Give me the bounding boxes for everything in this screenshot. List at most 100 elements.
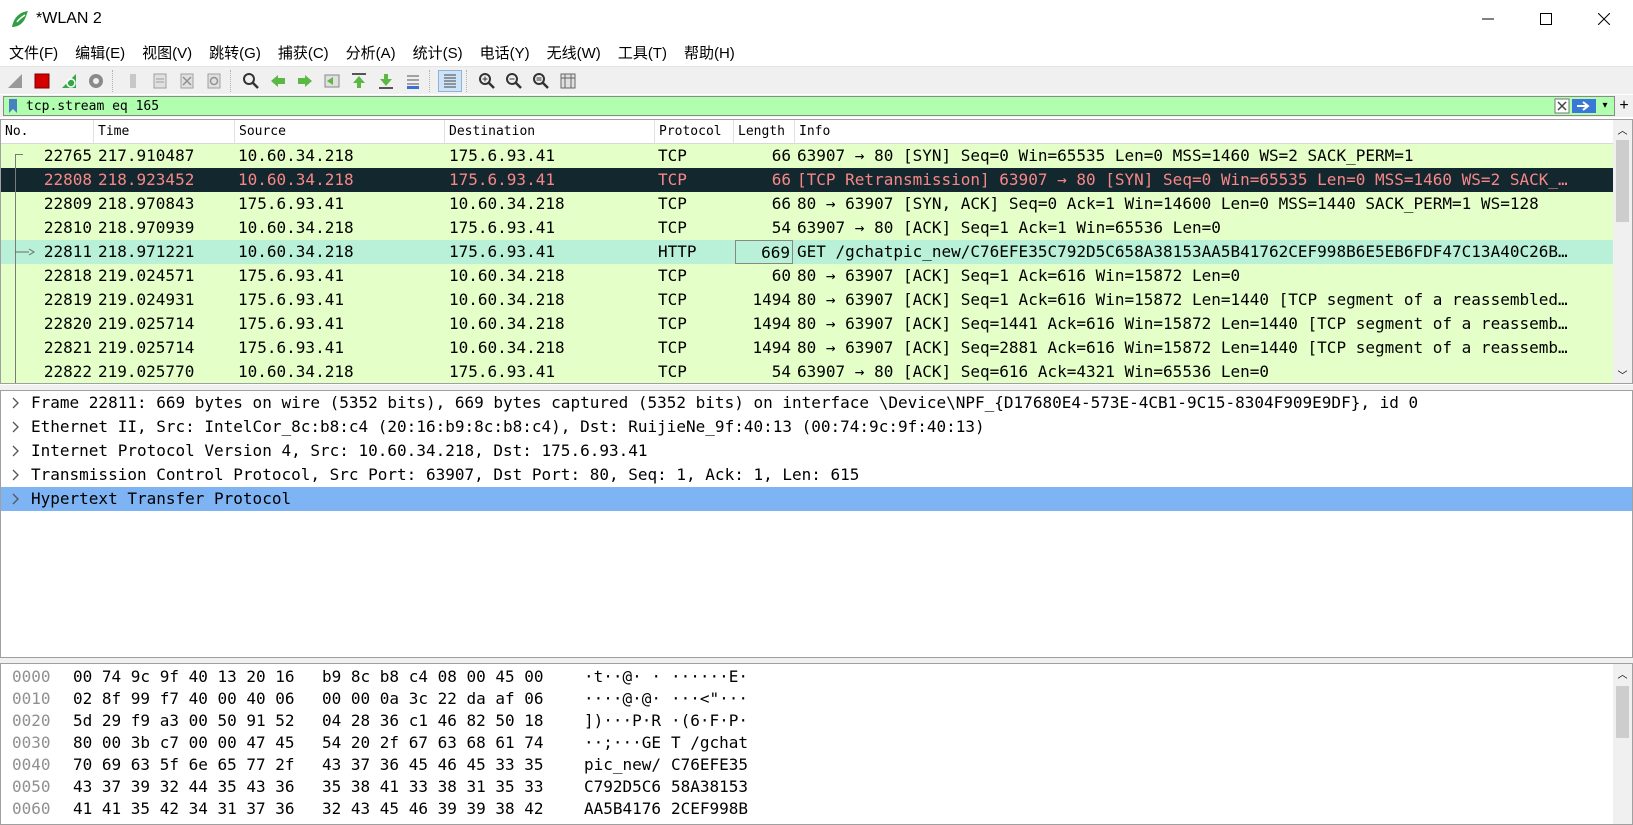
go-first-icon[interactable] [347, 70, 371, 92]
menu-analyze[interactable]: 分析(A) [337, 42, 404, 63]
resize-columns-icon[interactable] [556, 70, 580, 92]
packet-row[interactable]: 22809 218.970843 175.6.93.41 10.60.34.218 TC… [1, 192, 1613, 216]
clear-filter-icon[interactable] [1554, 98, 1570, 114]
bytes-row[interactable]: 0010 02 8f 99 f7 40 00 40 06 00 00 0a 3c 2… [1, 688, 1613, 710]
packet-cell-src: 175.6.93.41 [238, 194, 344, 213]
filter-text[interactable]: tcp.stream eq 165 [26, 99, 1554, 114]
menu-wireless[interactable]: 无线(W) [538, 42, 609, 63]
column-source[interactable]: Source [235, 120, 445, 144]
shark-fin-start-icon[interactable] [3, 70, 27, 92]
maximize-button[interactable] [1517, 0, 1575, 38]
menu-statistics[interactable]: 统计(S) [404, 42, 471, 63]
bytes-row[interactable]: 0030 80 00 3b c7 00 00 47 45 54 20 2f 67 6… [1, 732, 1613, 754]
expand-chevron-icon[interactable] [10, 391, 22, 415]
details-tree-item[interactable]: Frame 22811: 669 bytes on wire (5352 bit… [1, 391, 1632, 415]
bytes-row[interactable]: 0020 5d 29 f9 a3 00 50 91 52 04 28 36 c1 4… [1, 710, 1613, 732]
zoom-out-icon[interactable] [502, 70, 526, 92]
byte-offset: 0060 [12, 799, 51, 818]
bytes-row[interactable]: 0050 43 37 39 32 44 35 43 36 35 38 41 33 3… [1, 776, 1613, 798]
packet-row[interactable]: 22819 219.024931 175.6.93.41 10.60.34.218 TC… [1, 288, 1613, 312]
column-protocol[interactable]: Protocol [655, 120, 734, 144]
zoom-in-icon[interactable] [475, 70, 499, 92]
menu-view[interactable]: 视图(V) [133, 42, 200, 63]
zoom-normal-icon[interactable] [529, 70, 553, 92]
expand-chevron-icon[interactable] [10, 415, 22, 439]
details-item-label: Hypertext Transfer Protocol [31, 489, 292, 508]
packet-cell-no: 22821 [43, 338, 92, 357]
packet-row[interactable]: 22765 217.910487 10.60.34.218 175.6.93.41 TC… [1, 144, 1613, 168]
go-back-icon[interactable] [266, 70, 290, 92]
details-tree-item[interactable]: Internet Protocol Version 4, Src: 10.60.… [1, 439, 1632, 463]
bytes-row[interactable]: 0060 41 41 35 42 34 31 37 36 32 43 45 46 3… [1, 798, 1613, 820]
packet-cell-info: 63907 → 80 [ACK] Seq=1 Ack=1 Win=65536 L… [797, 218, 1221, 237]
go-last-icon[interactable] [374, 70, 398, 92]
colorize-icon[interactable] [438, 69, 462, 92]
packet-cell-src: 175.6.93.41 [238, 314, 344, 333]
menu-capture[interactable]: 捕获(C) [269, 42, 337, 63]
find-packet-icon[interactable] [239, 70, 263, 92]
menu-file[interactable]: 文件(F) [0, 42, 66, 63]
details-tree-item[interactable]: Transmission Control Protocol, Src Port:… [1, 463, 1632, 487]
go-to-packet-icon[interactable] [320, 70, 344, 92]
column-no[interactable]: No. [1, 120, 94, 144]
scroll-thumb[interactable] [1616, 140, 1629, 222]
packet-cell-no: 22820 [43, 314, 92, 333]
column-length[interactable]: Length [734, 120, 795, 144]
autoscroll-icon[interactable] [401, 70, 425, 92]
byte-offset: 0020 [12, 711, 51, 730]
main-toolbar [0, 66, 1633, 94]
maximize-icon [1540, 13, 1552, 25]
packet-cell-src: 10.60.34.218 [238, 218, 354, 237]
expand-chevron-icon[interactable] [10, 463, 22, 487]
hex-bytes-left: 43 37 39 32 44 35 43 36 [73, 777, 295, 796]
filter-history-dropdown-icon[interactable]: ▾ [1598, 98, 1612, 114]
close-file-icon[interactable] [175, 70, 199, 92]
scroll-down-icon[interactable]: ﹀ [1613, 365, 1632, 383]
bytes-row[interactable]: 0040 70 69 63 5f 6e 65 77 2f 43 37 36 45 4… [1, 754, 1613, 776]
add-filter-button-icon[interactable]: + [1617, 95, 1631, 117]
packet-cell-dst: 175.6.93.41 [449, 146, 555, 165]
hex-bytes-right: 35 38 41 33 38 31 35 33 [322, 777, 544, 796]
packet-row[interactable]: 22811 218.971221 10.60.34.218 175.6.93.41 HT… [1, 240, 1613, 264]
menu-telephony[interactable]: 电话(Y) [471, 42, 538, 63]
packet-row[interactable]: 22820 219.025714 175.6.93.41 10.60.34.218 TC… [1, 312, 1613, 336]
packet-row[interactable]: 22818 219.024571 175.6.93.41 10.60.34.218 TC… [1, 264, 1613, 288]
packet-row[interactable]: 22808 218.923452 10.60.34.218 175.6.93.41 TC… [1, 168, 1613, 192]
menu-edit[interactable]: 编辑(E) [66, 42, 133, 63]
scroll-thumb[interactable] [1616, 686, 1629, 738]
packet-cell-no: 22765 [43, 146, 92, 165]
packet-cell-dst: 175.6.93.41 [449, 242, 555, 261]
scroll-up-icon[interactable]: ︿ [1613, 664, 1632, 682]
reload-file-icon[interactable] [202, 70, 226, 92]
minimize-button[interactable] [1459, 0, 1517, 38]
bookmark-icon[interactable] [6, 98, 20, 114]
save-file-icon[interactable] [148, 70, 172, 92]
packet-cell-len: 1494 [752, 314, 791, 333]
packet-row[interactable]: 22810 218.970939 10.60.34.218 175.6.93.41 TC… [1, 216, 1613, 240]
expand-chevron-icon[interactable] [10, 487, 22, 511]
capture-options-icon[interactable] [84, 70, 108, 92]
expand-chevron-icon[interactable] [10, 439, 22, 463]
close-button[interactable] [1575, 0, 1633, 38]
column-destination[interactable]: Destination [445, 120, 655, 144]
apply-filter-icon[interactable] [1572, 98, 1596, 114]
hex-bytes-left: 00 74 9c 9f 40 13 20 16 [73, 667, 295, 686]
go-forward-icon[interactable] [293, 70, 317, 92]
menu-help[interactable]: 帮助(H) [675, 42, 743, 63]
restart-capture-icon[interactable] [57, 70, 81, 92]
packet-row[interactable]: 22821 219.025714 175.6.93.41 10.60.34.218 TC… [1, 336, 1613, 360]
menu-tools[interactable]: 工具(T) [609, 42, 675, 63]
column-time[interactable]: Time [94, 120, 235, 144]
column-info[interactable]: Info [795, 120, 1613, 144]
packet-row[interactable]: 22822 219.025770 10.60.34.218 175.6.93.41 TC… [1, 360, 1613, 383]
details-tree-item[interactable]: Ethernet II, Src: IntelCor_8c:b8:c4 (20:… [1, 415, 1632, 439]
bytes-row[interactable]: 0000 00 74 9c 9f 40 13 20 16 b9 8c b8 c4 0… [1, 666, 1613, 688]
details-tree-item[interactable]: Hypertext Transfer Protocol [1, 487, 1632, 511]
bytes-scrollbar[interactable]: ︿ [1613, 664, 1632, 824]
packet-list-scrollbar[interactable]: ︿ ﹀ [1613, 120, 1632, 383]
display-filter-input[interactable]: tcp.stream eq 165 ▾ [3, 96, 1615, 116]
menu-go[interactable]: 跳转(G) [200, 42, 269, 63]
scroll-up-icon[interactable]: ︿ [1613, 120, 1632, 138]
stop-capture-icon[interactable] [30, 70, 54, 92]
open-file-icon[interactable] [121, 70, 145, 92]
